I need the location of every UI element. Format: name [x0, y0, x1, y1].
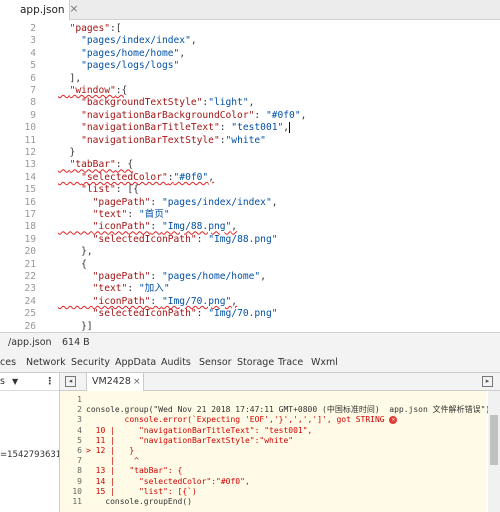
toggle-debugger-icon[interactable]: ▸ — [482, 376, 493, 387]
dropdown-arrow-icon[interactable]: ▼ — [12, 373, 18, 391]
more-options-icon[interactable]: ⋮ — [45, 373, 55, 391]
toggle-navigator-icon[interactable]: ◂ — [65, 376, 76, 387]
source-text: console.group("Wed Nov 21 2018 17:47:11 … — [86, 405, 491, 415]
source-text: console.error(`Expecting 'EOF','}',',','… — [86, 415, 398, 425]
source-line: 9 14 | "selectedColor":"#0f0", — [60, 477, 486, 487]
source-code[interactable]: 1 2 console.group("Wed Nov 21 2018 17:47:1… — [60, 391, 490, 512]
source-text: 11 | "navigationBarTextStyle":"white" — [86, 435, 294, 445]
source-line-number: 9 — [77, 476, 82, 486]
source-line: 6 > 12 | } — [60, 446, 486, 456]
devtools-tab-appdata[interactable]: AppData — [115, 352, 156, 373]
source-line: 11 console.groupEnd() — [60, 497, 486, 507]
error-icon: ✕ — [389, 415, 398, 424]
file-path: /app.json — [8, 337, 52, 348]
source-tab-title: VM2428 — [92, 376, 131, 387]
devtools-tab-audits[interactable]: Audits — [161, 352, 191, 373]
source-line: 2 console.group("Wed Nov 21 2018 17:47:11… — [60, 405, 490, 415]
source-line-number: 11 — [72, 497, 82, 506]
source-line: 1 — [60, 395, 486, 405]
code-text: }] — [58, 320, 93, 332]
console-sidebar: s ▼ ⋮ =154279363127 — [0, 373, 60, 512]
editor-tab-title: app.json — [20, 4, 65, 16]
close-icon[interactable]: × — [133, 373, 141, 391]
code-editor[interactable]: 2 "pages":[3 "pages/index/index", 4 "page… — [0, 21, 500, 332]
sidebar-toolbar-label: s — [0, 376, 5, 387]
editor-tab-bar: app.json × — [0, 0, 500, 20]
source-text: 15 | "list": [{`) — [86, 486, 197, 496]
source-toolbar: ◂ VM2428 × ▸ — [60, 373, 500, 391]
source-pane: ◂ VM2428 × ▸ 1 2 console.group("Wed Nov 21… — [60, 373, 500, 512]
devtools-tab-wxml[interactable]: Wxml — [311, 352, 338, 373]
source-line: 3 console.error(`Expecting 'EOF','}',','… — [60, 415, 486, 425]
close-icon[interactable]: × — [67, 2, 81, 16]
file-size: 614 B — [62, 337, 90, 348]
source-line-number: 7 — [77, 456, 82, 466]
source-line-number: 10 — [72, 486, 82, 496]
status-bar: /app.json 614 B — [0, 332, 500, 352]
devtools-tab-trace[interactable]: Trace — [278, 352, 303, 373]
source-line-number: 4 — [77, 425, 82, 435]
code-line: 26 }] — [0, 319, 500, 332]
devtools-tab-sensor[interactable]: Sensor — [199, 352, 232, 373]
devtools-tab-storage[interactable]: Storage — [237, 352, 274, 373]
text-cursor — [289, 121, 291, 133]
source-line-number: 1 — [77, 395, 82, 404]
source-text: | ^ — [86, 456, 139, 466]
scrollbar-thumb[interactable] — [490, 415, 498, 465]
source-text: console.groupEnd() — [86, 497, 192, 506]
source-line: 5 11 | "navigationBarTextStyle":"white" — [60, 436, 486, 446]
source-line-number: 5 — [77, 435, 82, 445]
source-line: 8 13 | "tabBar": { — [60, 466, 486, 476]
source-line-number: 2 — [77, 405, 82, 415]
line-number: 26 — [24, 320, 36, 332]
source-tab-vm[interactable]: VM2428 × — [86, 373, 144, 391]
source-text: 13 | "tabBar": { — [86, 466, 183, 476]
source-text: 10 | "navigationBarTitleText": "test001"… — [86, 425, 313, 435]
editor-tab-app-json[interactable]: app.json — [0, 0, 70, 20]
devtools-tab-ces[interactable]: ces — [0, 352, 16, 373]
sidebar-toolbar: s ▼ ⋮ — [0, 373, 59, 391]
sidebar-value: =154279363127 — [0, 450, 59, 460]
devtools-tab-security[interactable]: Security — [71, 352, 110, 373]
source-line-number: 3 — [77, 415, 82, 425]
source-line-number: 8 — [77, 466, 82, 476]
source-line: 4 10 | "navigationBarTitleText": "test00… — [60, 426, 486, 436]
source-line: 7 | ^ — [60, 456, 486, 466]
vertical-scrollbar[interactable] — [488, 391, 500, 512]
source-line-number: 6 — [77, 446, 82, 455]
source-line: 10 15 | "list": [{`) — [60, 487, 486, 497]
source-text: 14 | "selectedColor":"#0f0", — [86, 476, 250, 486]
devtools-tab-network[interactable]: Network — [26, 352, 66, 373]
source-text: > 12 | } — [86, 446, 135, 455]
devtools-tab-bar: ces Network Security AppData Audits Sensor Sto… — [0, 352, 500, 373]
